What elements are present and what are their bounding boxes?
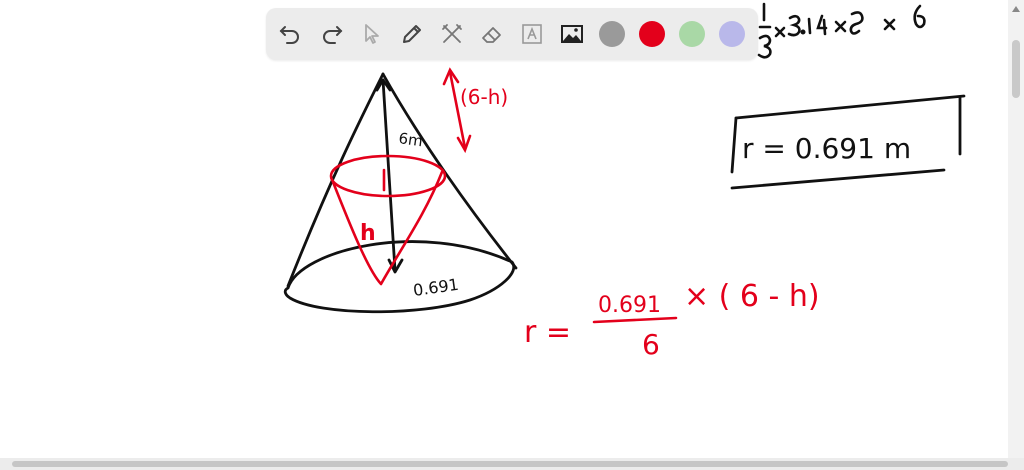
color-lavender-swatch[interactable] bbox=[719, 21, 745, 47]
fraction-bar bbox=[592, 316, 678, 324]
gap-arrow bbox=[442, 67, 472, 154]
text-tool-button[interactable] bbox=[518, 20, 546, 48]
height-gap-label: (6-h) bbox=[460, 85, 508, 109]
scroll-up-icon[interactable] bbox=[1012, 6, 1020, 12]
whiteboard-canvas[interactable]: 6m (6-h) h 0.691 r = 0.691 m r = 0.691 6… bbox=[0, 0, 1024, 470]
ratio-numerator: 0.691 bbox=[598, 293, 661, 318]
pen-tool-button[interactable] bbox=[398, 20, 426, 48]
horizontal-scrollbar[interactable] bbox=[0, 458, 1024, 470]
color-gray-swatch[interactable] bbox=[599, 21, 625, 47]
tools-icon bbox=[442, 24, 462, 43]
base-radius-label: 0.691 bbox=[412, 275, 460, 300]
color-green-swatch[interactable] bbox=[679, 21, 705, 47]
text-icon bbox=[522, 24, 542, 44]
ratio-denominator: 6 bbox=[642, 328, 660, 361]
select-icon bbox=[365, 24, 379, 44]
redo-button[interactable] bbox=[318, 20, 346, 48]
slant-label: 6m bbox=[397, 129, 423, 150]
vertical-scrollbar[interactable] bbox=[1008, 0, 1024, 458]
boxed-result: r = 0.691 m bbox=[742, 132, 911, 165]
image-icon bbox=[561, 25, 583, 43]
eraser-icon bbox=[482, 27, 501, 43]
ratio-lhs: r = bbox=[524, 315, 571, 350]
horizontal-scroll-thumb[interactable] bbox=[12, 461, 1008, 467]
tools-button[interactable] bbox=[438, 20, 466, 48]
color-red-swatch[interactable] bbox=[639, 21, 665, 47]
vertical-scroll-thumb[interactable] bbox=[1012, 40, 1020, 98]
drawing-toolbar bbox=[266, 8, 758, 60]
undo-icon bbox=[279, 26, 299, 44]
top-formula bbox=[757, 2, 926, 59]
redo-icon bbox=[323, 26, 343, 44]
ratio-rhs: × ( 6 - h) bbox=[684, 279, 820, 314]
undo-button[interactable] bbox=[276, 20, 304, 48]
outer-cone-drawing bbox=[283, 72, 518, 314]
select-tool-button[interactable] bbox=[358, 20, 386, 48]
eraser-tool-button[interactable] bbox=[478, 20, 506, 48]
pen-icon bbox=[403, 25, 421, 43]
image-tool-button[interactable] bbox=[558, 20, 586, 48]
inner-height-label: h bbox=[360, 221, 376, 246]
